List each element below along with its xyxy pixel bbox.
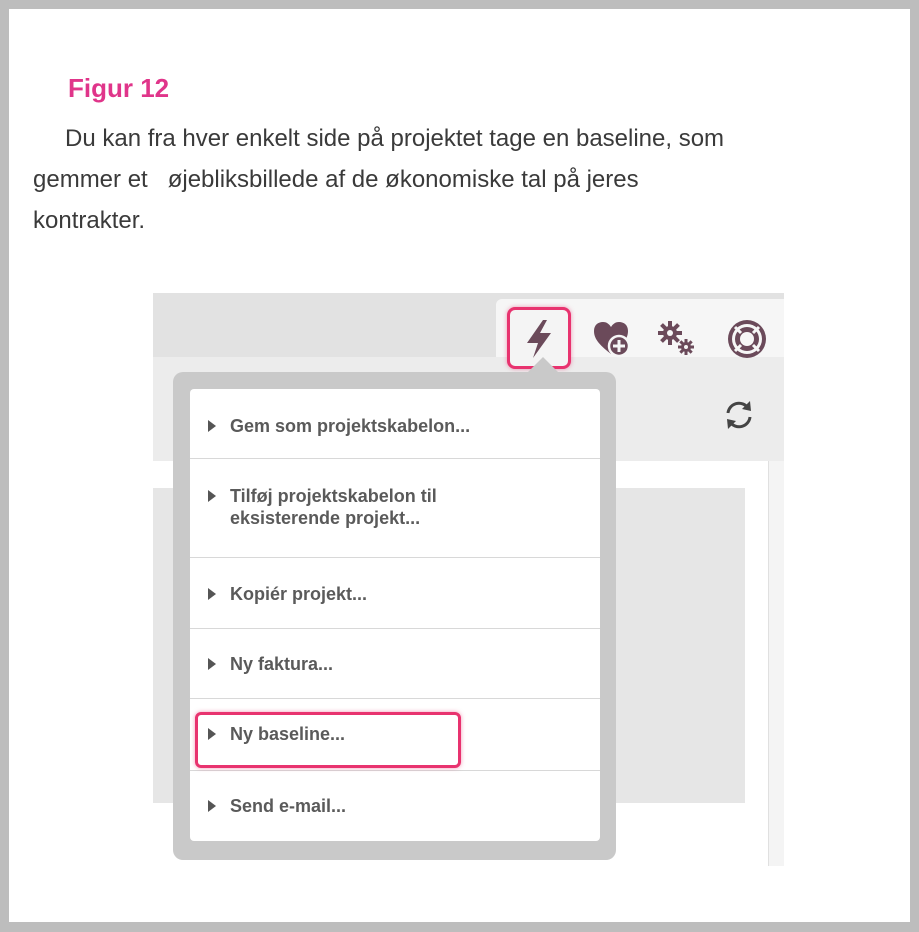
gears-icon[interactable] (656, 317, 698, 359)
menu-item-add-template[interactable]: Tilføj projektskabelon til eksisterende … (190, 485, 600, 529)
menu-item-label: Ny faktura... (230, 654, 334, 674)
figure-title: Figur 12 (68, 73, 170, 103)
menu-item-label: Tilføj projektskabelon til eksisterende … (230, 485, 437, 529)
description-line-1: Du kan fra hver enkelt side på projektet… (65, 125, 725, 152)
menu-item-new-invoice[interactable]: Ny faktura... (190, 653, 600, 675)
menu-item-label: Send e-mail... (230, 796, 347, 816)
caret-right-icon (208, 490, 216, 502)
caret-right-icon (208, 588, 216, 600)
menu-divider (190, 557, 600, 558)
description-line-2: gemmer et øjebliksbillede af de økonomis… (33, 166, 639, 193)
description-line-3: kontrakter. (33, 207, 146, 234)
lifebuoy-icon[interactable] (725, 317, 769, 361)
menu-item-label: Kopiér projekt... (230, 584, 368, 604)
caret-right-icon (208, 420, 216, 432)
menu-item-label-line1: Tilføj projektskabelon til (230, 486, 437, 506)
menu-item-label-line2: eksisterende projekt... (230, 508, 421, 528)
figure-description: Du kan fra hver enkelt side på projektet… (33, 118, 893, 241)
menu-item-save-template[interactable]: Gem som projektskabelon... (190, 415, 600, 437)
menu-divider (190, 458, 600, 459)
menu-divider (190, 698, 600, 699)
menu-divider (190, 628, 600, 629)
menu-item-copy-project[interactable]: Kopiér projekt... (190, 583, 600, 605)
caret-right-icon (208, 800, 216, 812)
quick-actions-menu-list: Gem som projektskabelon... Tilføj projek… (190, 389, 600, 841)
refresh-icon[interactable] (721, 397, 757, 438)
menu-item-send-email[interactable]: Send e-mail... (190, 795, 600, 817)
heart-plus-icon[interactable] (592, 319, 632, 359)
menu-item-label: Gem som projektskabelon... (230, 416, 471, 436)
caret-right-icon (208, 658, 216, 670)
baseline-highlight (195, 712, 461, 768)
right-scroll-area (768, 461, 784, 866)
menu-caret (527, 357, 559, 373)
menu-divider (190, 770, 600, 771)
